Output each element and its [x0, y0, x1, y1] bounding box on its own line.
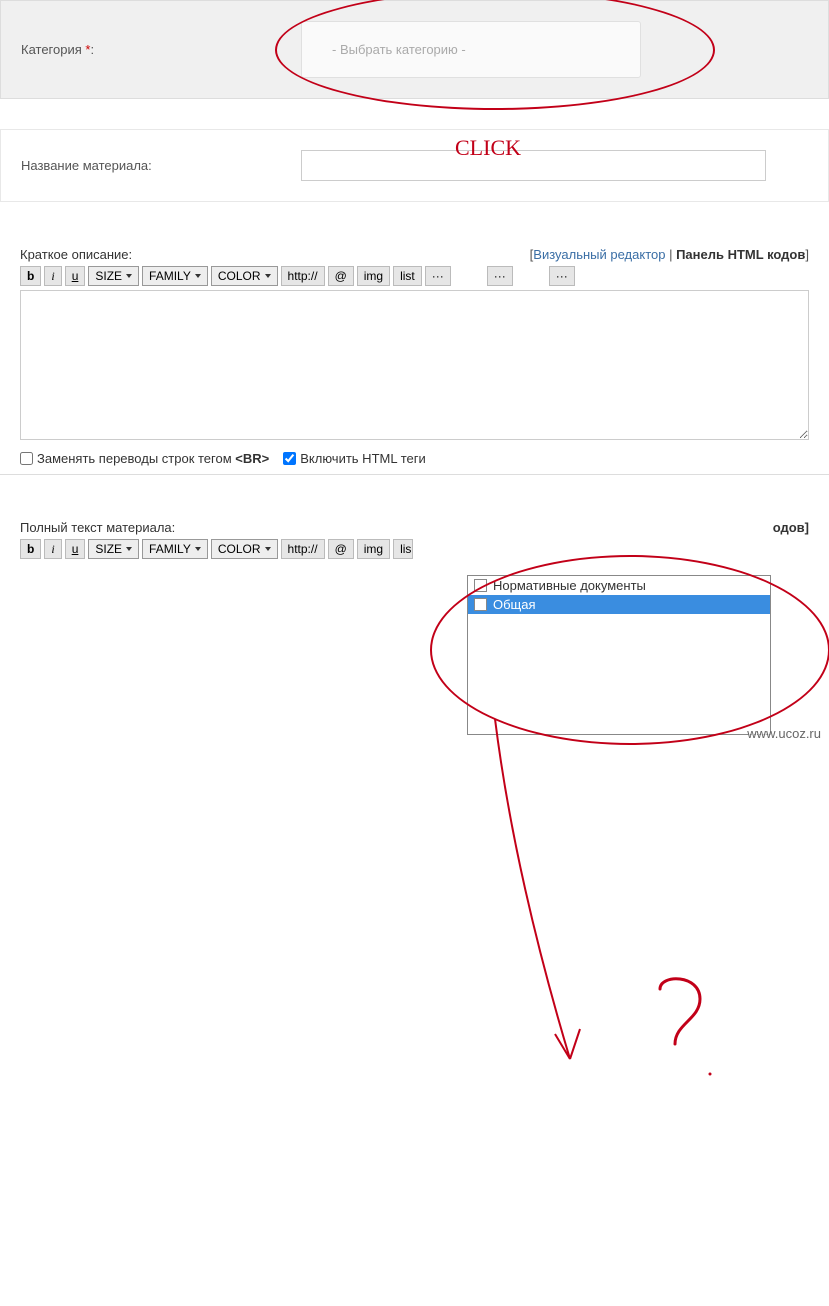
chevron-down-icon [265, 547, 271, 551]
material-name-label: Название материала: [21, 158, 301, 173]
short-desc-textarea[interactable] [20, 290, 809, 440]
chevron-down-icon [265, 274, 271, 278]
popup-item-selected[interactable]: Общая [468, 595, 770, 614]
category-select[interactable]: - Выбрать категорию - [301, 21, 641, 78]
link-button[interactable]: http:// [281, 539, 325, 559]
italic-button[interactable]: i [44, 266, 61, 286]
short-desc-label: Краткое описание: [20, 247, 132, 262]
list-button[interactable]: list [393, 266, 422, 286]
category-popup: Нормативные документы Общая [467, 575, 771, 735]
br-replace-label: Заменять переводы строк тегом <BR> [37, 451, 269, 466]
material-name-row: Название материала: [0, 129, 829, 202]
underline-button[interactable]: u [65, 539, 86, 559]
full-text-label: Полный текст материала: [20, 520, 175, 535]
checkbox-icon [474, 598, 487, 611]
chevron-down-icon [126, 274, 132, 278]
chevron-down-icon [195, 274, 201, 278]
checkbox-row: Заменять переводы строк тегом <BR> Включ… [0, 443, 829, 474]
more-button[interactable]: ··· [425, 266, 451, 286]
popup-item[interactable]: Нормативные документы [468, 576, 770, 595]
spacer [0, 99, 829, 129]
spacer [0, 202, 829, 232]
editor-mode-switch: [Визуальный редактор | Панель HTML кодов… [530, 247, 809, 262]
underline-button[interactable]: u [65, 266, 86, 286]
img-button[interactable]: img [357, 539, 390, 559]
family-dropdown[interactable]: FAMILY [142, 266, 208, 286]
br-replace-checkbox[interactable] [20, 452, 33, 465]
popup-item-label: Нормативные документы [493, 578, 646, 593]
color-dropdown[interactable]: COLOR [211, 539, 278, 559]
email-button[interactable]: @ [328, 266, 354, 286]
category-placeholder: - Выбрать категорию - [332, 42, 466, 57]
editor-mode-switch-2: одов] [773, 520, 809, 535]
checkbox-icon [474, 579, 487, 592]
popup-body [468, 614, 770, 734]
email-button[interactable]: @ [328, 539, 354, 559]
short-desc-header: Краткое описание: [Визуальный редактор |… [0, 247, 829, 262]
chevron-down-icon [195, 547, 201, 551]
size-dropdown[interactable]: SIZE [88, 266, 139, 286]
full-text-toolbar: b i u SIZE FAMILY COLOR http:// @ img li… [0, 539, 829, 559]
category-row: Категория *: - Выбрать категорию - [0, 0, 829, 99]
chevron-down-icon [126, 547, 132, 551]
visual-editor-link[interactable]: Визуальный редактор [533, 247, 665, 262]
popup-item-label: Общая [493, 597, 536, 612]
required-marker: * [85, 42, 90, 57]
html-tags-checkbox[interactable] [283, 452, 296, 465]
short-desc-toolbar: b i u SIZE FAMILY COLOR http:// @ img li… [0, 266, 829, 286]
spacer [0, 475, 829, 505]
italic-button[interactable]: i [44, 539, 61, 559]
size-dropdown[interactable]: SIZE [88, 539, 139, 559]
img-button[interactable]: img [357, 266, 390, 286]
color-dropdown[interactable]: COLOR [211, 266, 278, 286]
full-text-header: Полный текст материала: одов] [0, 520, 829, 535]
watermark: www.ucoz.ru [747, 726, 821, 741]
bold-button[interactable]: b [20, 266, 41, 286]
link-button[interactable]: http:// [281, 266, 325, 286]
more-button-3[interactable]: ··· [549, 266, 575, 286]
list-button[interactable]: lis [393, 539, 413, 559]
material-name-input[interactable] [301, 150, 766, 181]
bold-button[interactable]: b [20, 539, 41, 559]
html-tags-label: Включить HTML теги [300, 451, 426, 466]
family-dropdown[interactable]: FAMILY [142, 539, 208, 559]
more-button-2[interactable]: ··· [487, 266, 513, 286]
html-panel-label: Панель HTML кодов [676, 247, 805, 262]
category-label: Категория *: [21, 42, 301, 57]
